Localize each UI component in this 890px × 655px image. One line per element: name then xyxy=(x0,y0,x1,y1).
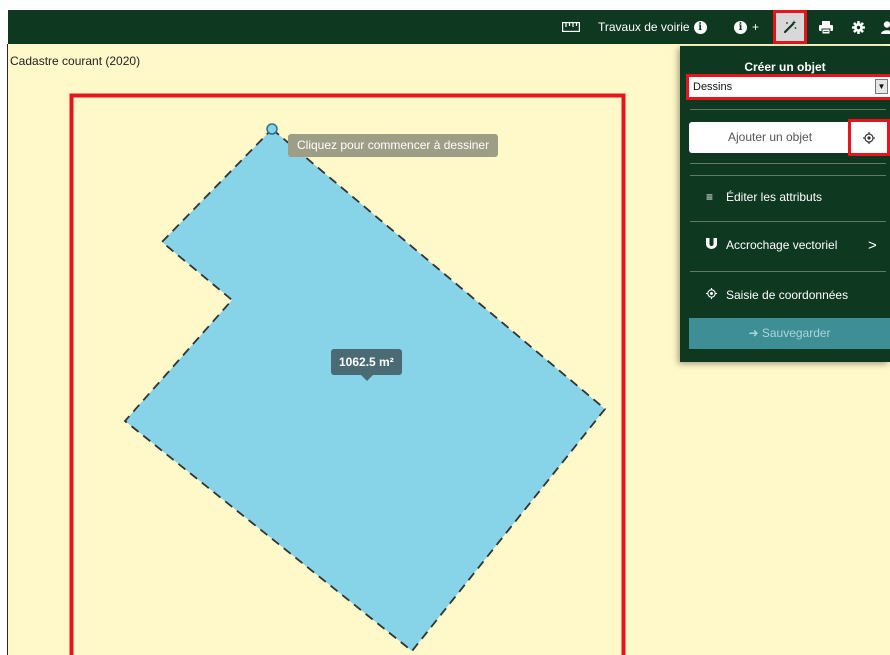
print-icon xyxy=(819,20,833,34)
coordinate-input-label: Saisie de coordonnées xyxy=(726,288,849,302)
layer-select[interactable]: Dessins ▼ xyxy=(686,74,890,100)
plus-label: + xyxy=(752,20,760,34)
draw-vertex-handle[interactable] xyxy=(266,123,278,135)
layer-select-value: Dessins xyxy=(693,81,733,93)
divider xyxy=(690,109,886,110)
chevron-right-icon: > xyxy=(868,236,877,254)
drawn-polygon[interactable] xyxy=(123,127,607,653)
divider xyxy=(690,175,886,176)
gear-icon xyxy=(851,20,865,34)
crosshair-icon xyxy=(863,131,875,144)
divider xyxy=(690,221,886,222)
info-icon: i xyxy=(734,20,747,34)
divider xyxy=(690,163,886,164)
draw-hint-tooltip: Cliquez pour commencer à dessiner xyxy=(288,134,499,157)
info-icon: i xyxy=(693,20,707,34)
print-button[interactable] xyxy=(816,10,836,44)
add-object-button[interactable]: Ajouter un objet xyxy=(689,122,851,153)
user-icon xyxy=(881,20,890,34)
vector-snapping-label: Accrochage vectoriel xyxy=(726,238,838,252)
list-icon: ≡ xyxy=(706,190,714,204)
divider xyxy=(690,271,886,272)
project-selector[interactable]: Travaux de voirie i xyxy=(598,10,707,44)
create-object-panel: Créer un objet Dessins ▼ Ajouter un obje… xyxy=(680,46,890,362)
area-measurement-label: 1062.5 m² xyxy=(331,349,402,381)
coordinate-input-item[interactable]: Saisie de coordonnées xyxy=(706,285,848,305)
top-toolbar: Travaux de voirie i i + xyxy=(8,10,890,44)
save-label: Sauvegarder xyxy=(761,326,831,340)
ruler-button[interactable] xyxy=(558,10,584,44)
user-button[interactable] xyxy=(880,10,890,44)
drawing-tool-button[interactable] xyxy=(772,10,808,44)
arrow-right-icon: ➜ xyxy=(748,326,759,340)
edit-attributes-label: Éditer les attributs xyxy=(726,190,823,204)
settings-button[interactable] xyxy=(848,10,868,44)
crosshair-icon xyxy=(706,288,726,302)
vector-snapping-item[interactable]: Accrochage vectoriel > xyxy=(706,235,877,255)
ruler-icon xyxy=(562,22,580,32)
panel-title: Créer un objet xyxy=(744,60,826,74)
save-button[interactable]: ➜ Sauvegarder xyxy=(689,318,890,349)
chevron-down-icon: ▼ xyxy=(875,79,888,94)
info-plus-button[interactable]: i + xyxy=(734,10,759,44)
edit-attributes-item[interactable]: ≡ Éditer les attributs xyxy=(706,187,822,207)
add-object-gps-button[interactable] xyxy=(848,119,890,156)
magic-wand-icon xyxy=(773,10,807,44)
project-label: Travaux de voirie xyxy=(598,20,690,34)
magnet-icon xyxy=(706,238,726,252)
